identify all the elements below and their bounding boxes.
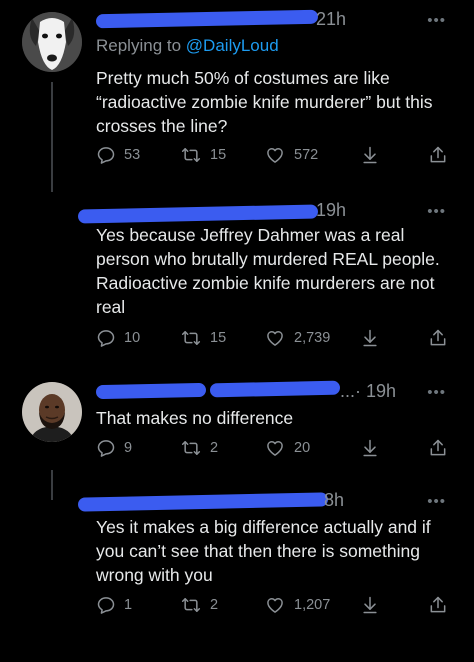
like-button[interactable]: 572 <box>264 145 318 165</box>
retweet-icon <box>181 148 201 162</box>
like-count: 1,207 <box>294 597 331 613</box>
redacted-username <box>95 9 319 29</box>
reply-button[interactable]: 53 <box>96 145 140 165</box>
like-count: 2,739 <box>294 330 331 346</box>
redacted-username <box>209 380 341 398</box>
replying-to: Replying to @DailyLoud <box>96 36 279 56</box>
dog-avatar[interactable] <box>22 12 82 72</box>
like-button[interactable]: 2,739 <box>264 328 330 348</box>
reply-icon <box>97 330 115 347</box>
redacted-username <box>77 492 329 512</box>
reply-button[interactable]: 10 <box>96 328 140 348</box>
retweet-icon <box>181 331 201 345</box>
download-button[interactable] <box>360 145 380 165</box>
retweet-count: 2 <box>210 597 219 613</box>
share-button[interactable] <box>428 595 448 615</box>
reply-icon <box>97 440 115 457</box>
redacted-username <box>95 382 207 400</box>
replying-handle-link[interactable]: @DailyLoud <box>186 36 279 55</box>
tweet-3[interactable]: ...· 19h ••• That makes no difference 9 … <box>0 370 474 485</box>
more-options-icon[interactable]: ••• <box>427 12 446 29</box>
download-button[interactable] <box>360 595 380 615</box>
reply-icon <box>97 147 115 164</box>
tweet-actions: 9 2 20 <box>96 438 454 464</box>
reply-count: 1 <box>124 597 133 613</box>
tweet-time: 8h <box>324 490 345 510</box>
like-count: 572 <box>294 147 319 163</box>
more-options-icon[interactable]: ••• <box>427 493 446 510</box>
reply-button[interactable]: 9 <box>96 438 132 458</box>
share-button[interactable] <box>428 328 448 348</box>
tweet-text: Pretty much 50% of costumes are like “ra… <box>96 68 433 136</box>
like-icon <box>267 441 283 456</box>
tweet-text: Yes because Jeffrey Dahmer was a real pe… <box>96 225 440 317</box>
like-count: 20 <box>294 440 311 456</box>
download-icon <box>363 596 377 614</box>
man-avatar[interactable] <box>22 382 82 442</box>
reply-count: 53 <box>124 147 141 163</box>
tweet-time: 21h <box>316 9 347 29</box>
tweet-actions: 10 15 2,739 <box>96 328 454 354</box>
retweet-button[interactable]: 15 <box>180 145 226 165</box>
tweet-time: 19h <box>316 200 347 220</box>
share-icon <box>430 146 446 163</box>
reply-count: 10 <box>124 330 141 346</box>
retweet-count: 15 <box>210 147 227 163</box>
retweet-button[interactable]: 15 <box>180 328 226 348</box>
share-icon <box>430 329 446 346</box>
tweet-1[interactable]: 21h ••• Replying to @DailyLoud Pretty mu… <box>0 0 474 190</box>
download-icon <box>363 439 377 457</box>
download-icon <box>363 329 377 347</box>
tweet-text: That makes no difference <box>96 408 294 428</box>
reply-button[interactable]: 1 <box>96 595 132 615</box>
like-button[interactable]: 1,207 <box>264 595 330 615</box>
retweet-icon <box>181 598 201 612</box>
retweet-icon <box>181 441 201 455</box>
retweet-button[interactable]: 2 <box>180 438 218 458</box>
share-icon <box>430 439 446 456</box>
redacted-username <box>77 204 319 224</box>
retweet-count: 2 <box>210 440 219 456</box>
replying-prefix: Replying to <box>96 36 182 55</box>
tweet-actions: 1 2 1,207 <box>96 595 454 621</box>
like-icon <box>267 148 283 163</box>
share-button[interactable] <box>428 438 448 458</box>
retweet-count: 15 <box>210 330 227 346</box>
more-options-icon[interactable]: ••• <box>427 384 446 401</box>
reply-icon <box>97 597 115 614</box>
avatar-placeholder <box>22 205 82 265</box>
download-button[interactable] <box>360 438 380 458</box>
reply-count: 9 <box>124 440 133 456</box>
share-icon <box>430 596 446 613</box>
tweet-text: Yes it makes a big difference actually a… <box>96 517 431 585</box>
like-icon <box>267 598 283 613</box>
tweet-4[interactable]: 8h ••• Yes it makes a big difference act… <box>0 485 474 660</box>
download-icon <box>363 146 377 164</box>
more-options-icon[interactable]: ••• <box>427 203 446 220</box>
tweet-2[interactable]: 19h ••• Yes because Jeffrey Dahmer was a… <box>0 195 474 365</box>
tweet-time: ...· 19h <box>340 381 397 401</box>
like-icon <box>267 331 283 346</box>
retweet-button[interactable]: 2 <box>180 595 218 615</box>
share-button[interactable] <box>428 145 448 165</box>
like-button[interactable]: 20 <box>264 438 310 458</box>
avatar-placeholder <box>22 497 82 557</box>
download-button[interactable] <box>360 328 380 348</box>
tweet-actions: 53 15 572 <box>96 145 454 171</box>
